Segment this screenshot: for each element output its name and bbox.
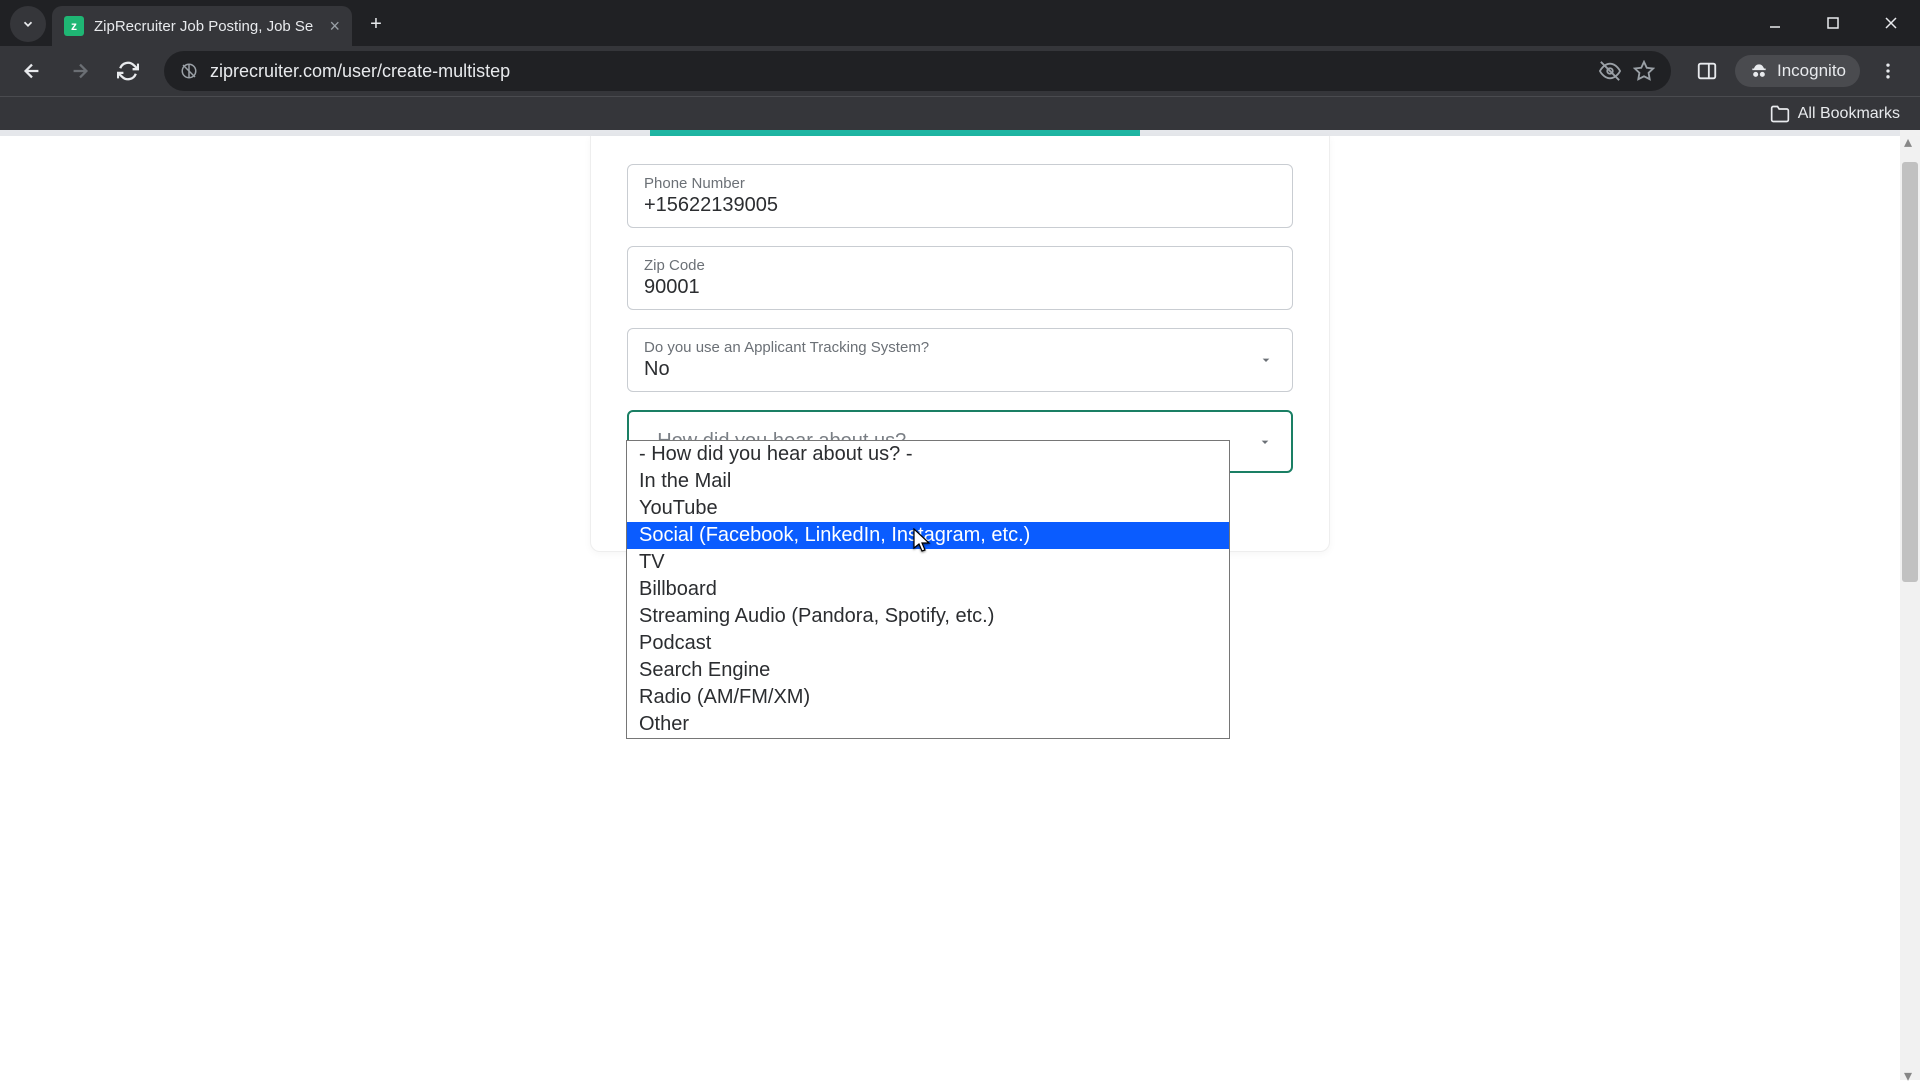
chevron-down-icon — [1258, 352, 1274, 368]
scroll-up-icon[interactable]: ▴ — [1904, 132, 1916, 144]
bookmarks-bar: All Bookmarks — [0, 96, 1920, 130]
incognito-label: Incognito — [1777, 61, 1846, 81]
zip-value: 90001 — [644, 276, 1276, 299]
phone-value: +15622139005 — [644, 194, 1276, 217]
site-info-icon[interactable] — [180, 62, 198, 80]
url-text: ziprecruiter.com/user/create-multistep — [210, 61, 1587, 82]
window-controls — [1746, 0, 1920, 46]
ats-select[interactable]: Do you use an Applicant Tracking System?… — [627, 328, 1293, 392]
scroll-down-icon[interactable]: ▾ — [1904, 1066, 1916, 1078]
all-bookmarks-button[interactable]: All Bookmarks — [1770, 104, 1900, 124]
tab-search-button[interactable] — [10, 6, 46, 42]
dropdown-option[interactable]: Streaming Audio (Pandora, Spotify, etc.) — [627, 603, 1229, 630]
menu-icon[interactable] — [1868, 51, 1908, 91]
minimize-icon[interactable] — [1746, 0, 1804, 46]
incognito-badge[interactable]: Incognito — [1735, 55, 1860, 87]
dropdown-option[interactable]: Other — [627, 711, 1229, 738]
tab-close-icon[interactable]: × — [329, 16, 340, 37]
dropdown-option[interactable]: Billboard — [627, 576, 1229, 603]
browser-chrome: z ZipRecruiter Job Posting, Job Se × + z… — [0, 0, 1920, 130]
ats-value: No — [644, 358, 1244, 381]
favicon-icon: z — [64, 16, 84, 36]
page-content: Phone Number +15622139005 Zip Code 90001… — [0, 130, 1920, 1080]
bookmark-star-icon[interactable] — [1633, 60, 1655, 82]
ats-label: Do you use an Applicant Tracking System? — [644, 339, 1244, 356]
reload-button[interactable] — [108, 51, 148, 91]
browser-tab[interactable]: z ZipRecruiter Job Posting, Job Se × — [52, 6, 352, 46]
dropdown-option[interactable]: YouTube — [627, 495, 1229, 522]
phone-label: Phone Number — [644, 175, 1276, 192]
folder-icon — [1770, 104, 1790, 124]
zip-field[interactable]: Zip Code 90001 — [627, 246, 1293, 310]
incognito-icon — [1749, 61, 1769, 81]
maximize-icon[interactable] — [1804, 0, 1862, 46]
close-icon[interactable] — [1862, 0, 1920, 46]
scrollbar[interactable]: ▴ ▾ — [1900, 130, 1920, 1080]
tab-bar: z ZipRecruiter Job Posting, Job Se × + — [0, 0, 1920, 46]
dropdown-option[interactable]: TV — [627, 549, 1229, 576]
chevron-down-icon — [1257, 434, 1273, 450]
scroll-thumb[interactable] — [1902, 162, 1918, 582]
address-bar[interactable]: ziprecruiter.com/user/create-multistep — [164, 51, 1671, 91]
dropdown-option[interactable]: In the Mail — [627, 468, 1229, 495]
dropdown-option[interactable]: Search Engine — [627, 657, 1229, 684]
hear-dropdown-list[interactable]: - How did you hear about us? -In the Mai… — [626, 440, 1230, 739]
dropdown-option[interactable]: Social (Facebook, LinkedIn, Instagram, e… — [627, 522, 1229, 549]
bookmarks-label: All Bookmarks — [1798, 105, 1900, 123]
tab-title: ZipRecruiter Job Posting, Job Se — [94, 18, 319, 35]
back-button[interactable] — [12, 51, 52, 91]
dropdown-option[interactable]: - How did you hear about us? - — [627, 441, 1229, 468]
new-tab-button[interactable]: + — [358, 6, 394, 42]
side-panel-icon[interactable] — [1687, 51, 1727, 91]
dropdown-option[interactable]: Radio (AM/FM/XM) — [627, 684, 1229, 711]
browser-toolbar: ziprecruiter.com/user/create-multistep I… — [0, 46, 1920, 96]
phone-field[interactable]: Phone Number +15622139005 — [627, 164, 1293, 228]
dropdown-option[interactable]: Podcast — [627, 630, 1229, 657]
eye-off-icon[interactable] — [1599, 60, 1621, 82]
forward-button[interactable] — [60, 51, 100, 91]
zip-label: Zip Code — [644, 257, 1276, 274]
